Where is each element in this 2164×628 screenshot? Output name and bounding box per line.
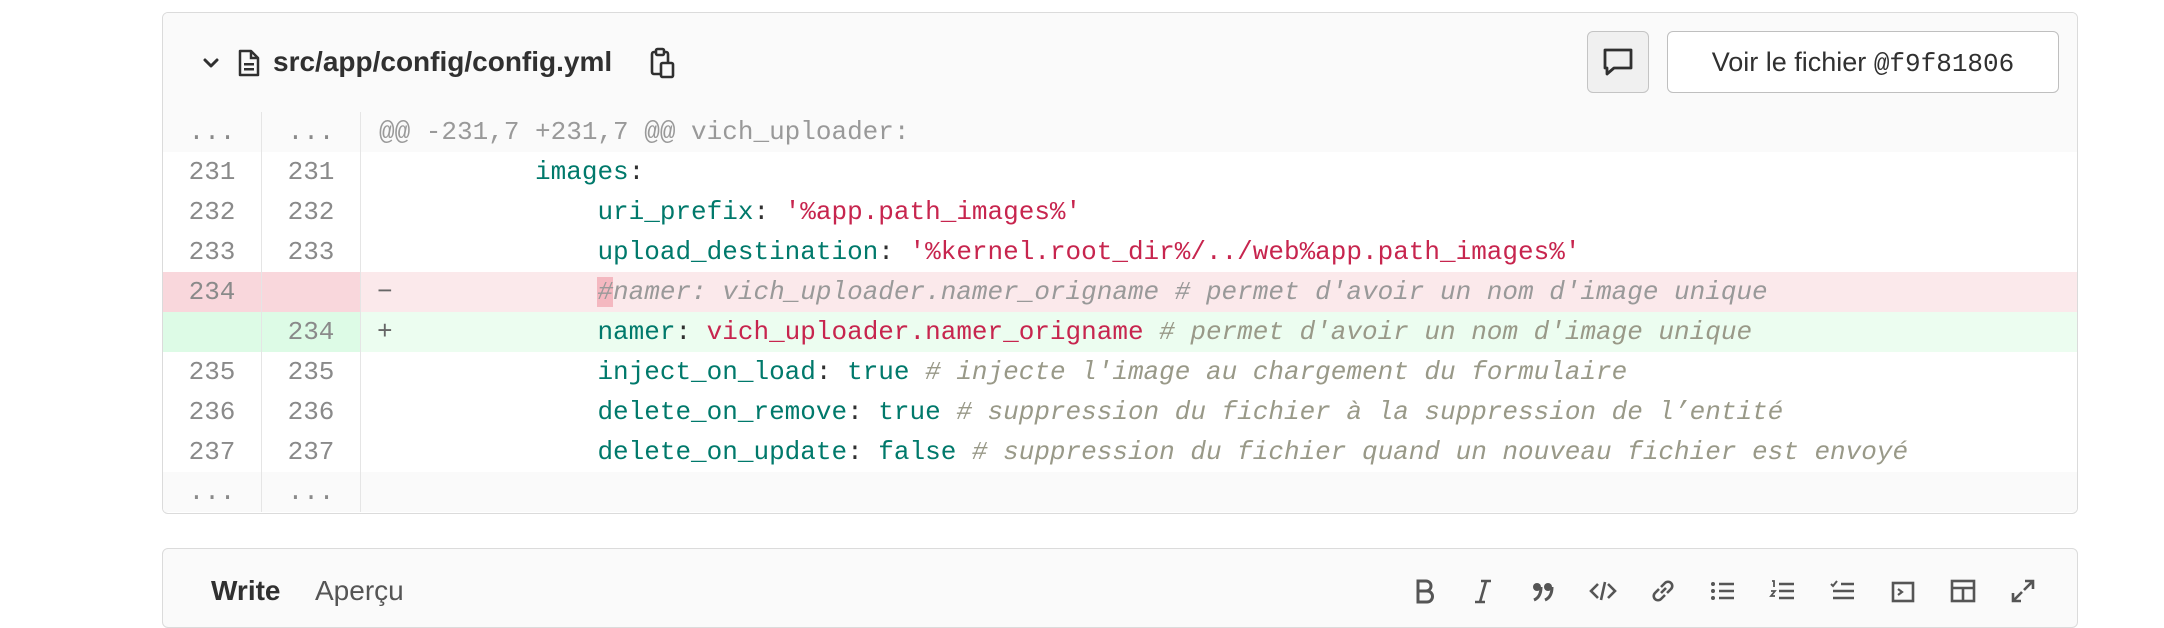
yaml-comment: # injecte l'image au chargement du formu… — [909, 357, 1628, 387]
yaml-key: delete_on_update — [597, 437, 848, 467]
yaml-colon: : — [847, 437, 879, 467]
expand-down-new[interactable]: ... — [262, 472, 361, 512]
toggle-comments-button[interactable] — [1587, 31, 1649, 93]
italic-icon[interactable] — [1469, 577, 1497, 605]
file-icon — [238, 49, 260, 77]
expand-down-old[interactable]: ... — [163, 472, 262, 512]
new-line-number[interactable]: 231 — [262, 152, 361, 192]
yaml-key: delete_on_remove — [597, 397, 848, 427]
quote-icon[interactable] — [1529, 577, 1557, 605]
yaml-value: vich_uploader.namer_origname — [706, 317, 1144, 347]
code-line: delete_on_remove: true # suppression du … — [361, 392, 2077, 432]
fullscreen-icon[interactable] — [2009, 577, 2037, 605]
yaml-comment: namer: vich_uploader.namer_origname # pe… — [613, 277, 1768, 307]
yaml-comment: # suppression du fichier à la suppressio… — [940, 397, 1784, 427]
new-line-number[interactable]: 236 — [262, 392, 361, 432]
table-icon[interactable] — [1949, 577, 1977, 605]
diff-line: 235 235 inject_on_load: true # injecte l… — [163, 352, 2077, 392]
new-line-number[interactable]: 233 — [262, 232, 361, 272]
yaml-key: namer — [597, 317, 676, 347]
copy-path-icon[interactable] — [647, 47, 677, 79]
hunk-header-row: ... ... @@ -231,7 +231,7 @@ vich_uploade… — [163, 112, 2077, 152]
code-line: upload_destination: '%kernel.root_dir%/.… — [361, 232, 2077, 272]
yaml-comment: # permet d'avoir un nom d'image unique — [1143, 317, 1753, 347]
new-line-number[interactable]: 235 — [262, 352, 361, 392]
old-line-number[interactable]: 235 — [163, 352, 262, 392]
yaml-boolean: true — [878, 397, 941, 427]
yaml-colon: : — [675, 317, 707, 347]
chevron-down-icon[interactable] — [201, 53, 221, 73]
old-line-number[interactable]: 236 — [163, 392, 262, 432]
new-line-number[interactable]: 237 — [262, 432, 361, 472]
old-line-number[interactable]: 237 — [163, 432, 262, 472]
yaml-key: inject_on_load — [597, 357, 816, 387]
code-line: images: — [361, 152, 2077, 192]
old-line-number[interactable] — [163, 312, 262, 352]
changed-char: # — [597, 277, 614, 307]
yaml-colon: : — [753, 197, 785, 227]
new-line-number[interactable]: 234 — [262, 312, 361, 352]
yaml-string: '%app.path_images%' — [784, 197, 1082, 227]
yaml-boolean: true — [847, 357, 910, 387]
new-line-number[interactable] — [262, 272, 361, 312]
yaml-boolean: false — [878, 437, 957, 467]
yaml-string: '%kernel.root_dir%/../web%app.path_image… — [909, 237, 1581, 267]
diff-line: 236 236 delete_on_remove: true # suppres… — [163, 392, 2077, 432]
tab-write[interactable]: Write — [211, 571, 281, 611]
yaml-key: images — [535, 157, 629, 187]
link-icon[interactable] — [1649, 577, 1677, 605]
file-path[interactable]: src/app/config/config.yml — [273, 42, 612, 82]
expand-down-filler — [361, 472, 2077, 512]
expand-up-old[interactable]: ... — [163, 112, 262, 152]
bold-icon[interactable] — [1411, 577, 1439, 605]
comment-editor: Write Aperçu — [162, 548, 2078, 628]
old-line-number[interactable]: 233 — [163, 232, 262, 272]
old-line-number[interactable]: 234 — [163, 272, 262, 312]
old-line-number[interactable]: 232 — [163, 192, 262, 232]
old-line-number[interactable]: 231 — [163, 152, 262, 192]
view-file-button[interactable]: Voir le fichier @f9f81806 — [1667, 31, 2059, 93]
numbered-list-icon[interactable] — [1769, 577, 1797, 605]
task-list-icon[interactable] — [1829, 577, 1857, 605]
bullet-list-icon[interactable] — [1709, 577, 1737, 605]
code-line: namer: vich_uploader.namer_origname # pe… — [361, 312, 2077, 352]
diff-line: 232 232 uri_prefix: '%app.path_images%' — [163, 192, 2077, 232]
view-file-label: Voir le fichier — [1711, 47, 1874, 77]
diff-line: 233 233 upload_destination: '%kernel.roo… — [163, 232, 2077, 272]
added-line: 234 + namer: vich_uploader.namer_orignam… — [163, 312, 2077, 352]
code-line: inject_on_load: true # injecte l'image a… — [361, 352, 2077, 392]
comment-icon — [1603, 48, 1633, 76]
code-line: uri_prefix: '%app.path_images%' — [361, 192, 2077, 232]
diff-line: 237 237 delete_on_update: false # suppre… — [163, 432, 2077, 472]
new-line-number[interactable]: 232 — [262, 192, 361, 232]
tab-preview[interactable]: Aperçu — [315, 571, 404, 611]
view-file-ref: @f9f81806 — [1873, 49, 2015, 79]
collapsible-icon[interactable] — [1889, 577, 1917, 605]
yaml-colon: : — [628, 157, 645, 187]
yaml-key: upload_destination — [597, 237, 879, 267]
diff-file: src/app/config/config.yml Voir le fichie… — [162, 12, 2078, 514]
code-icon[interactable] — [1589, 577, 1617, 605]
diff-line: 231 231 images: — [163, 152, 2077, 192]
code-line: #namer: vich_uploader.namer_origname # p… — [361, 272, 2077, 312]
removed-line: 234 − #namer: vich_uploader.namer_origna… — [163, 272, 2077, 312]
hunk-header: @@ -231,7 +231,7 @@ vich_uploader: — [379, 117, 910, 147]
yaml-colon: : — [815, 357, 848, 387]
yaml-colon: : — [847, 397, 879, 427]
file-header: src/app/config/config.yml Voir le fichie… — [163, 13, 2077, 113]
diff-table: ... ... @@ -231,7 +231,7 @@ vich_uploade… — [163, 112, 2077, 512]
yaml-colon: : — [878, 237, 910, 267]
expand-down-row: ... ... — [163, 472, 2077, 512]
code-line: delete_on_update: false # suppression du… — [361, 432, 2077, 472]
expand-up-new[interactable]: ... — [262, 112, 361, 152]
yaml-key: uri_prefix — [597, 197, 754, 227]
yaml-comment: # suppression du fichier quand un nouvea… — [956, 437, 1909, 467]
